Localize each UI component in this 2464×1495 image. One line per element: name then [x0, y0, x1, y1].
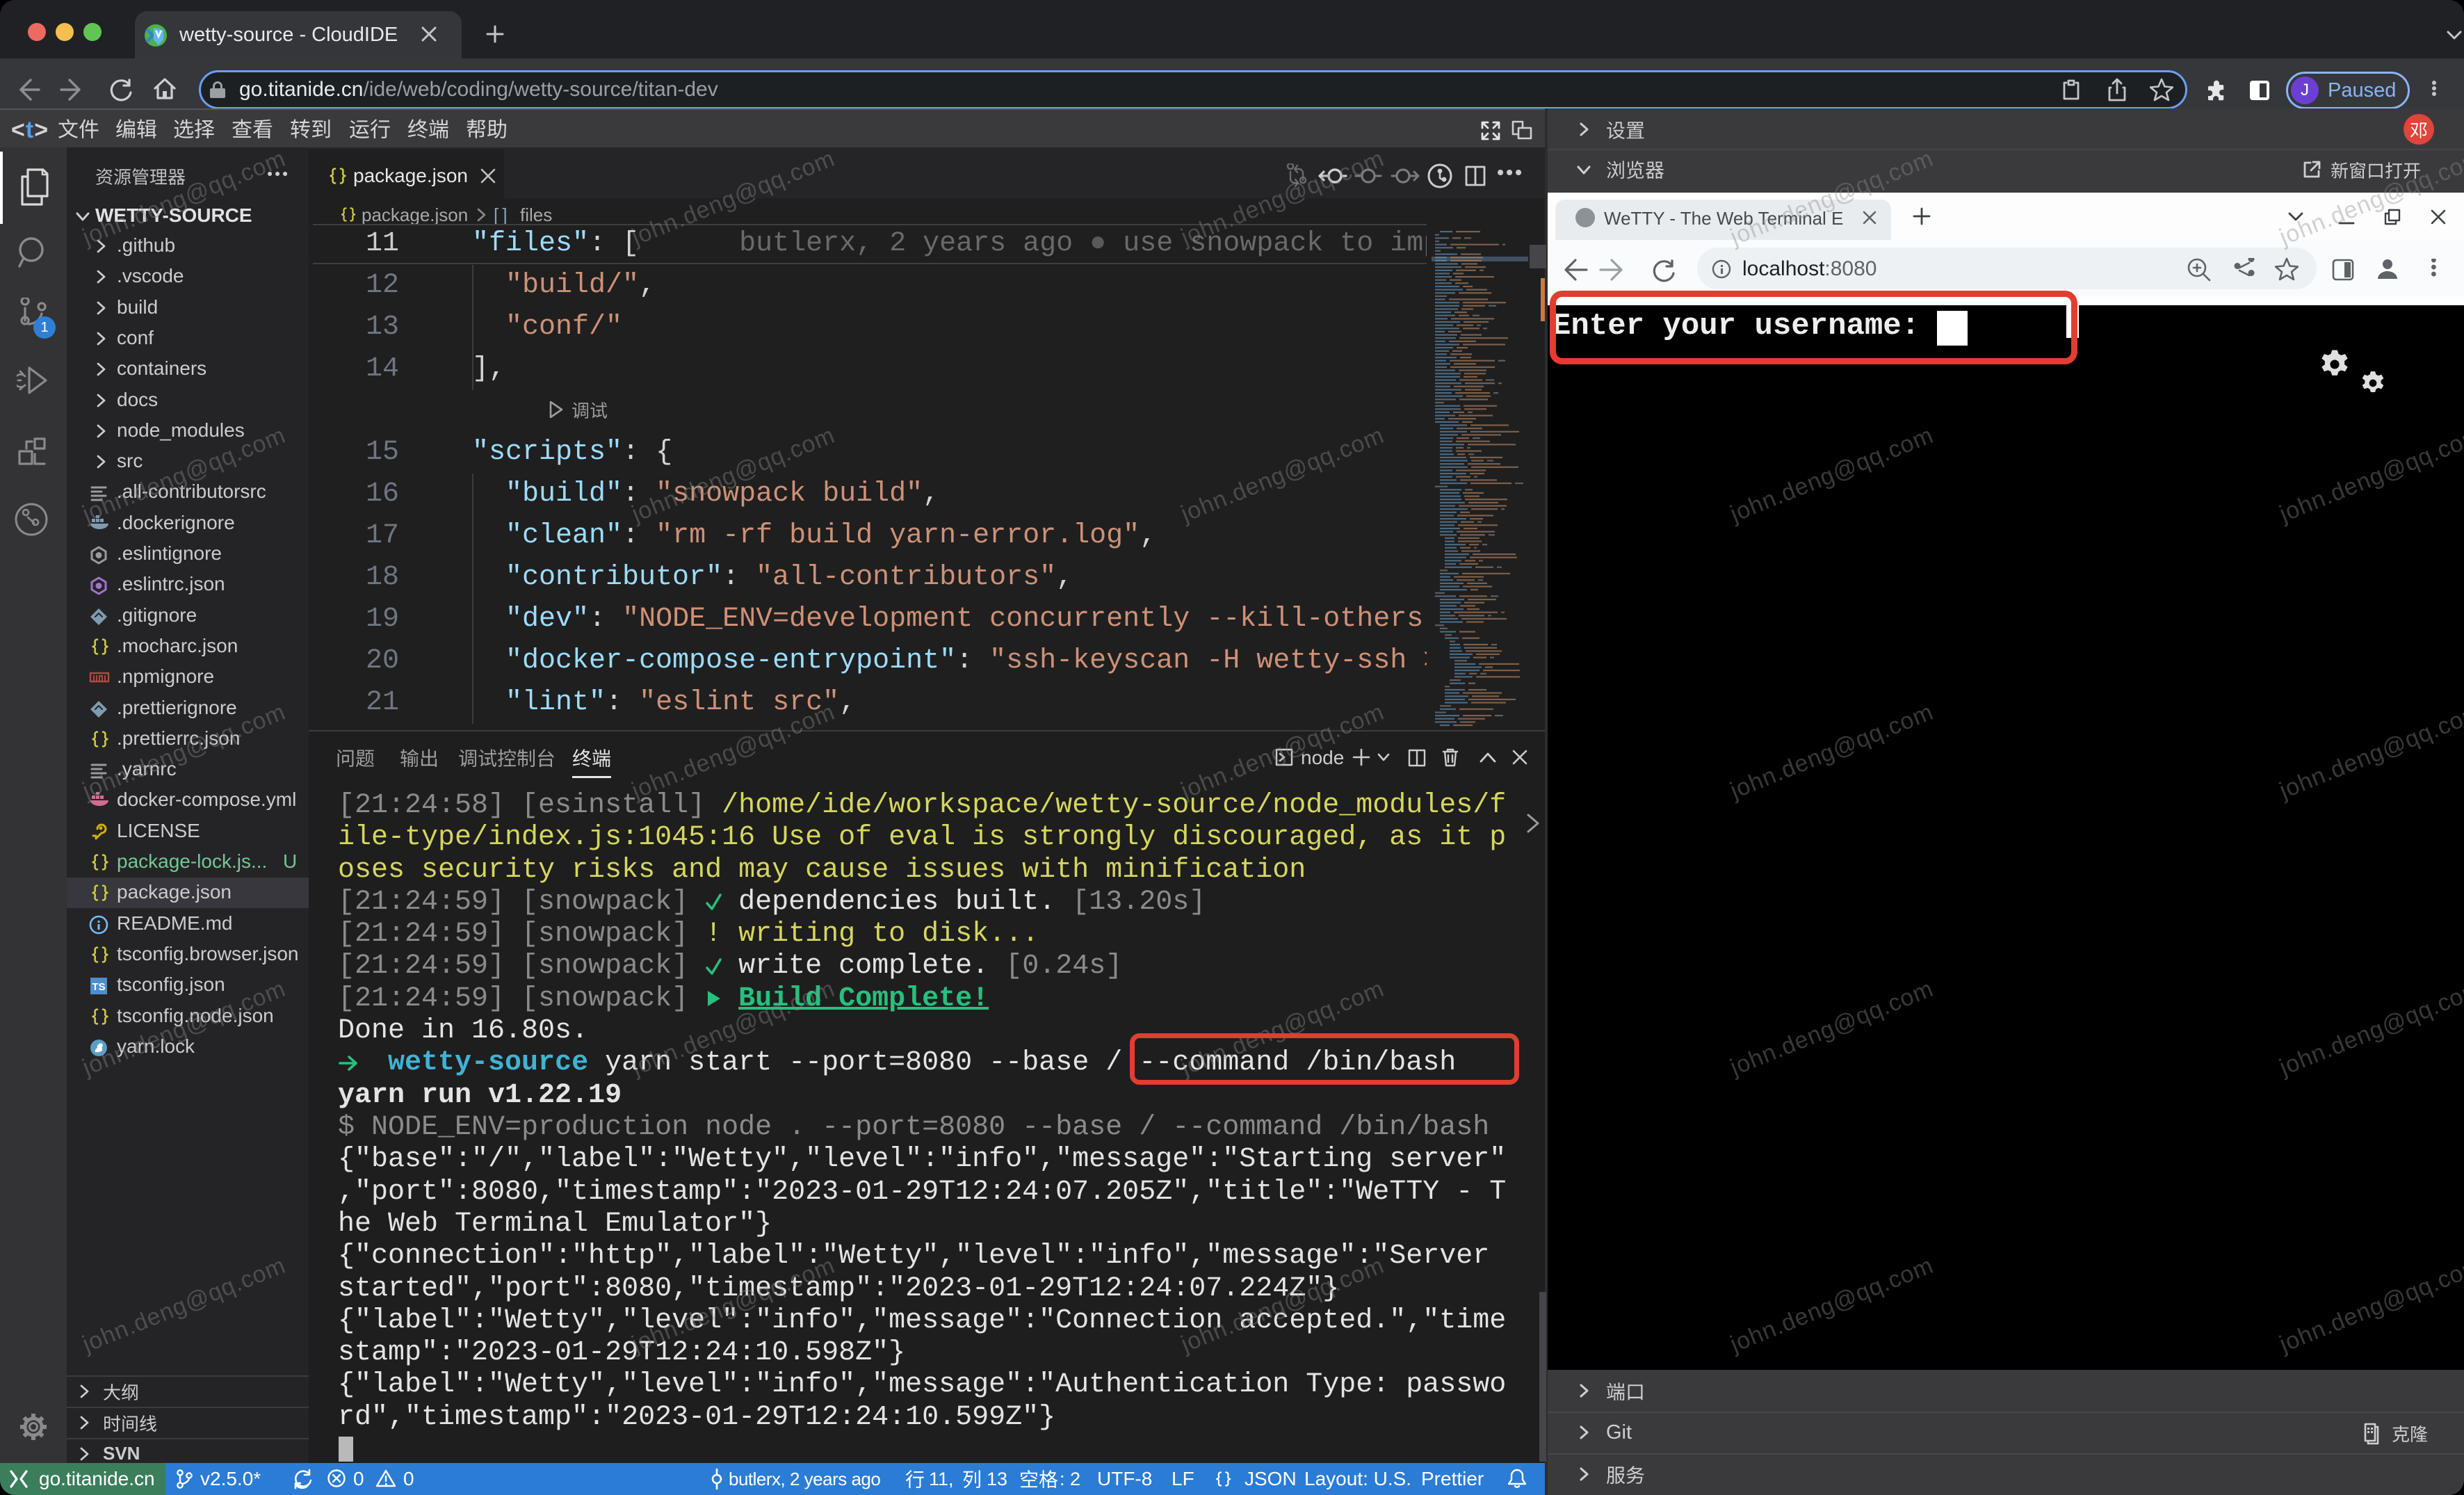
svg-text:TS: TS	[92, 981, 105, 993]
